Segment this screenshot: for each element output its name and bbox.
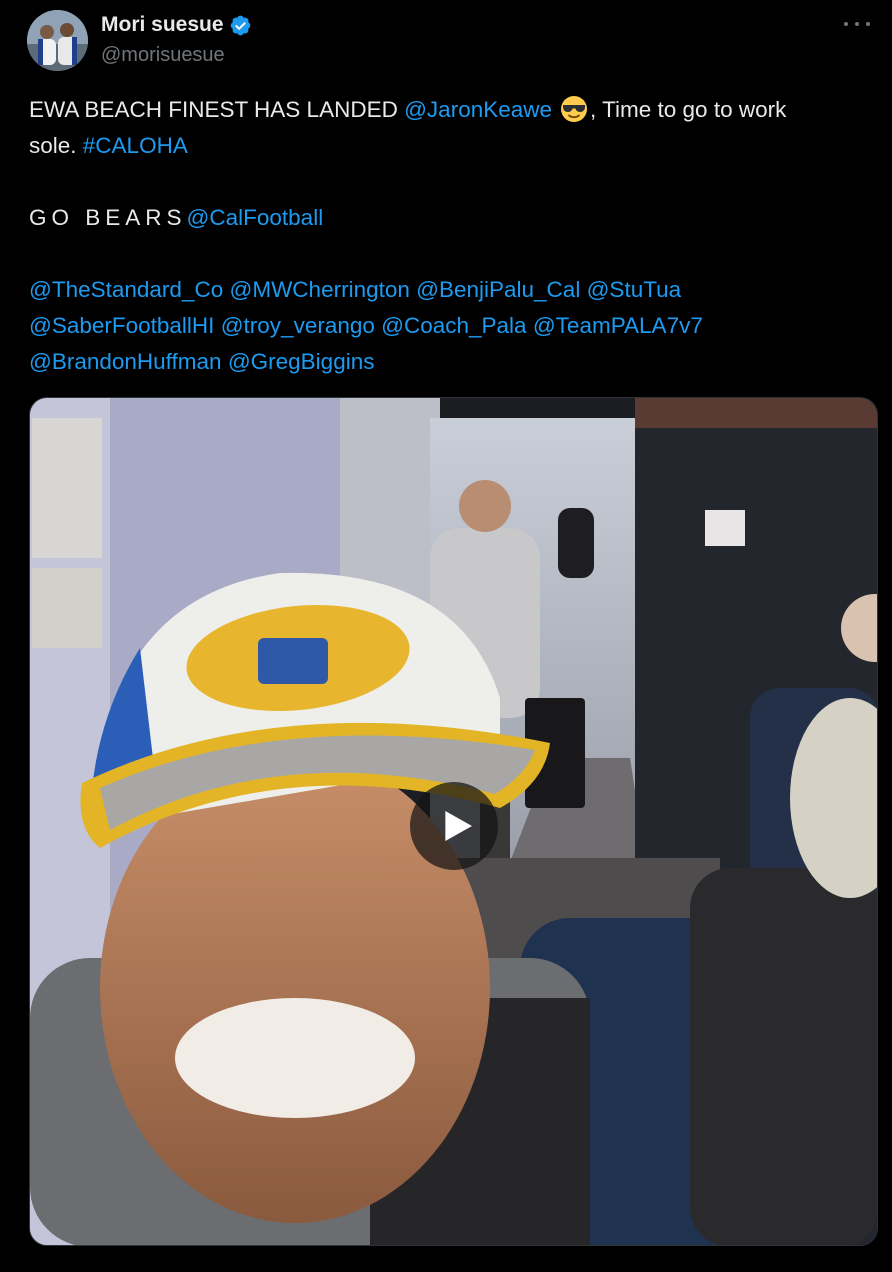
text-segment: EWA BEACH FINEST HAS LANDED [29, 97, 405, 122]
mention-link[interactable]: @MWCherrington [229, 277, 409, 302]
display-name[interactable]: Mori suesue [101, 13, 224, 37]
tweet-text: EWA BEACH FINEST HAS LANDED @JaronKeawe,… [29, 92, 874, 380]
mention-link[interactable]: @JaronKeawe [404, 97, 552, 122]
more-options-icon[interactable] [844, 14, 870, 34]
tweet: Mori suesue @morisuesue EWA BEACH FINEST… [0, 0, 892, 1272]
mentions-row: @TheStandard_Co @MWCherrington @BenjiPal… [29, 272, 874, 308]
avatar[interactable] [27, 10, 88, 71]
text-segment: sole. [29, 133, 83, 158]
text-line: GO BEARS@CalFootball [29, 200, 874, 236]
mention-link[interactable]: @TeamPALA7v7 [533, 313, 703, 338]
mention-link[interactable]: @troy_verango [221, 313, 375, 338]
video-player[interactable] [29, 397, 878, 1246]
author-name-row: Mori suesue [101, 11, 252, 39]
mentions-row: @SaberFootballHI @troy_verango @Coach_Pa… [29, 308, 874, 344]
text-segment: , Time to go to work [590, 97, 787, 122]
author-handle[interactable]: @morisuesue [101, 44, 225, 67]
play-icon [445, 811, 472, 841]
mention-link[interactable]: @CalFootball [187, 205, 324, 230]
mention-link[interactable]: @StuTua [587, 277, 682, 302]
mention-link[interactable]: @BrandonHuffman [29, 349, 222, 374]
text-line: sole. #CALOHA [29, 128, 874, 164]
mention-link[interactable]: @TheStandard_Co [29, 277, 223, 302]
text-segment: GO BEARS [29, 205, 187, 230]
play-button[interactable] [410, 782, 498, 870]
verified-badge-icon [229, 14, 252, 37]
mention-link[interactable]: @GregBiggins [228, 349, 375, 374]
hashtag-link[interactable]: #CALOHA [83, 133, 188, 158]
mention-link[interactable]: @SaberFootballHI [29, 313, 214, 338]
mention-link[interactable]: @Coach_Pala [381, 313, 526, 338]
sunglasses-emoji-icon [560, 95, 588, 123]
mention-link[interactable]: @BenjiPalu_Cal [416, 277, 580, 302]
text-line: EWA BEACH FINEST HAS LANDED @JaronKeawe,… [29, 92, 874, 128]
mentions-row: @BrandonHuffman @GregBiggins [29, 344, 874, 380]
